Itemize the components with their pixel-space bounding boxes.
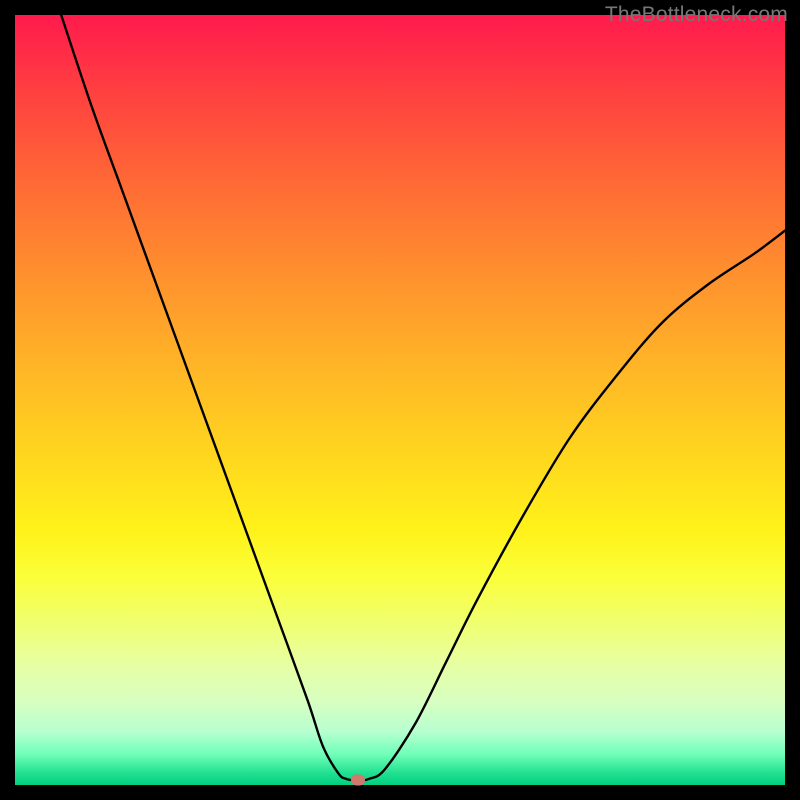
curve-svg <box>15 15 785 785</box>
watermark-label: TheBottleneck.com <box>605 3 788 27</box>
bottleneck-curve-path <box>61 15 785 781</box>
min-point-marker <box>351 775 365 786</box>
plot-area <box>15 15 785 785</box>
chart-stage: TheBottleneck.com <box>0 0 800 800</box>
